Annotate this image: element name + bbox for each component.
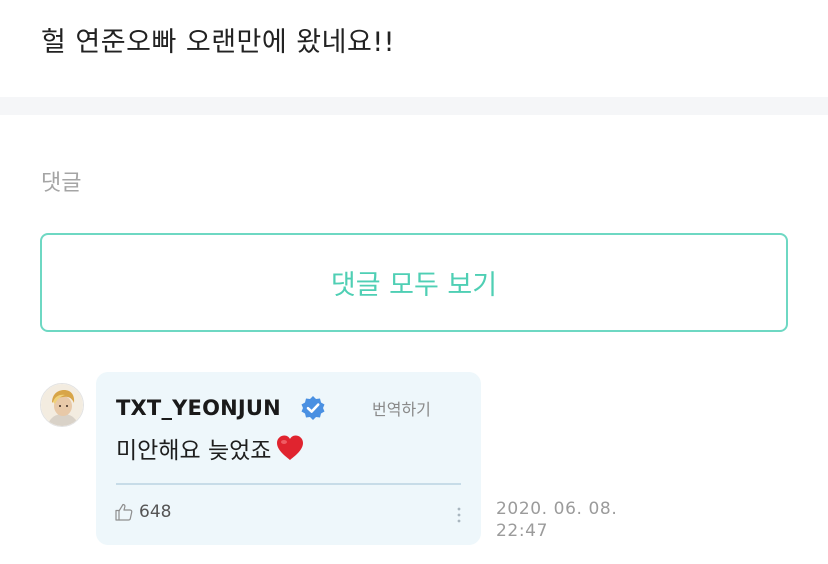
post-comment-page: 헐 연준오빠 오랜만에 왔네요!! 댓글 댓글 모두 보기 TXT_YEONJU… xyxy=(0,0,828,564)
like-button[interactable]: 648 xyxy=(114,502,171,522)
comment-divider xyxy=(116,483,461,485)
post-text: 헐 연준오빠 오랜만에 왔네요!! xyxy=(41,27,395,58)
avatar-image xyxy=(41,384,83,426)
section-divider xyxy=(0,97,828,115)
translate-link[interactable]: 번역하기 xyxy=(372,396,431,420)
more-vertical-icon[interactable] xyxy=(453,505,465,525)
comments-section-label: 댓글 xyxy=(41,171,82,196)
comment-body: 미안해요 늦었죠 xyxy=(116,431,306,465)
view-all-comments-button[interactable]: 댓글 모두 보기 xyxy=(40,233,788,332)
avatar[interactable] xyxy=(40,383,84,427)
comment-timestamp: 2020. 06. 08. 22:47 xyxy=(496,499,618,541)
heart-emoji-icon xyxy=(277,435,304,460)
comment-author[interactable]: TXT_YEONJUN xyxy=(116,396,281,420)
comment-text: 미안해요 늦었죠 xyxy=(116,438,272,464)
verified-badge-icon xyxy=(301,396,325,420)
like-count: 648 xyxy=(139,502,172,522)
comment-bubble: TXT_YEONJUN 번역하기 미안해요 늦었죠 648 xyxy=(96,372,481,545)
thumbs-up-icon xyxy=(115,503,133,521)
